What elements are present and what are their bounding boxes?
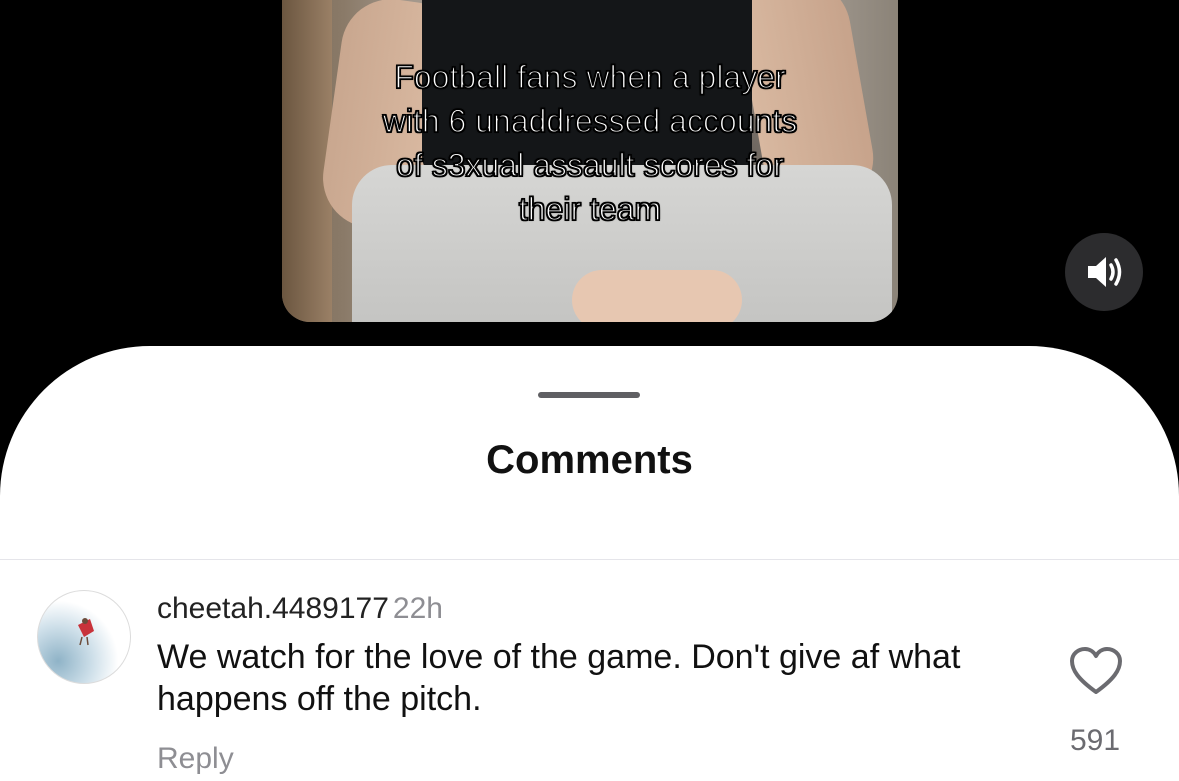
avatar-figure-icon (78, 618, 94, 646)
speaker-icon (1088, 257, 1122, 287)
sheet-grabber-handle[interactable] (538, 392, 640, 398)
reply-button[interactable]: Reply (157, 742, 234, 776)
caption-line: Football fans when a player (394, 58, 787, 96)
heart-icon (1070, 647, 1122, 694)
caption-line: with 6 unaddressed accounts (382, 102, 798, 140)
video-hand (572, 270, 742, 322)
avatar[interactable] (37, 590, 131, 684)
comment-item: cheetah.4489177 22h We watch for the love… (0, 560, 1179, 781)
mute-button[interactable] (1065, 233, 1143, 311)
like-count: 591 (1069, 724, 1121, 757)
caption-line: of s3xual assault scores for (395, 146, 784, 184)
like-button[interactable] (1068, 646, 1124, 698)
comment-username[interactable]: cheetah.4489177 (157, 592, 389, 625)
sheet-title: Comments (486, 438, 693, 482)
video-caption: Football fans when a player with 6 unadd… (282, 55, 898, 231)
comment-username-line: cheetah.4489177 22h (157, 592, 443, 626)
comment-timestamp: 22h (392, 592, 443, 625)
screen: Football fans when a player with 6 unadd… (0, 0, 1179, 781)
comment-text: We watch for the love of the game. Don't… (157, 638, 961, 718)
comments-sheet: Comments cheetah.4489177 22h We watch for… (0, 346, 1179, 781)
caption-line: their team (518, 190, 662, 228)
